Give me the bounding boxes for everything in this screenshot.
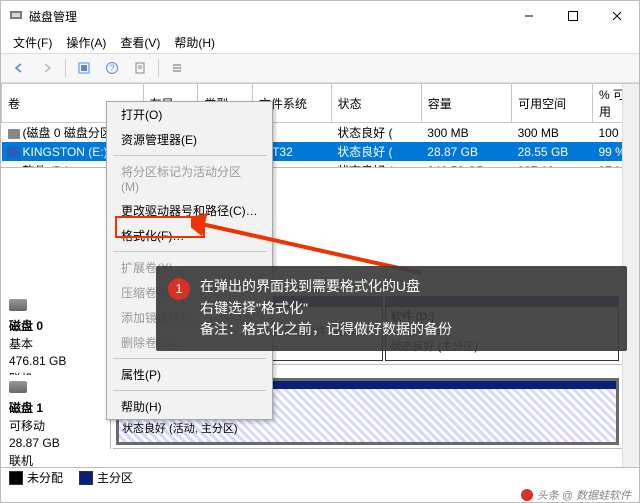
help-toolbar-icon[interactable]: ?	[100, 56, 124, 80]
svg-text:?: ?	[109, 63, 114, 73]
window-title: 磁盘管理	[29, 8, 507, 25]
toolbar-separator	[158, 59, 159, 77]
disk1-label[interactable]: 磁盘 1 可移动 28.87 GB 联机	[1, 375, 111, 449]
ctx-open[interactable]: 打开(O)	[107, 102, 272, 127]
ctx-explorer[interactable]: 资源管理器(E)	[107, 127, 272, 152]
column-headers: 卷 布局 类型 文件系统 状态 容量 可用空间 % 可用	[2, 84, 639, 123]
ctx-properties[interactable]: 属性(P)	[107, 362, 272, 387]
maximize-button[interactable]	[551, 1, 595, 31]
list-icon[interactable]	[165, 56, 189, 80]
legend-unallocated: 未分配	[9, 469, 63, 486]
menubar: 文件(F) 操作(A) 查看(V) 帮助(H)	[1, 31, 639, 54]
ctx-change-letter[interactable]: 更改驱动器号和路径(C)…	[107, 198, 272, 223]
legend: 未分配 主分区	[1, 467, 639, 486]
titlebar: 磁盘管理	[1, 1, 639, 31]
disk0-label[interactable]: 磁盘 0 基本 476.81 GB 联机	[1, 293, 111, 365]
menu-help[interactable]: 帮助(H)	[168, 32, 221, 53]
annotation-callout: 1 在弹出的界面找到需要格式化的U盘 右键选择"格式化" 备注：格式化之前，记得…	[156, 266, 627, 351]
ctx-format[interactable]: 格式化(F)…	[107, 223, 272, 248]
hard-disk-icon	[9, 381, 27, 393]
hard-disk-icon	[9, 299, 27, 311]
back-icon[interactable]	[7, 56, 31, 80]
table-row[interactable]: (磁盘 0 磁盘分区 1)简单基本状态良好 (300 MB300 MB100 %	[2, 123, 639, 143]
annotation-step-badge: 1	[168, 278, 190, 300]
app-icon	[9, 8, 23, 25]
close-button[interactable]	[595, 1, 639, 31]
refresh-icon[interactable]	[72, 56, 96, 80]
callout-line1: 在弹出的界面找到需要格式化的U盘	[200, 276, 615, 298]
menu-view[interactable]: 查看(V)	[114, 32, 166, 53]
disk1-kind: 可移动	[9, 419, 45, 433]
callout-line3: 备注：格式化之前，记得做好数据的备份	[200, 319, 615, 341]
minimize-button[interactable]	[507, 1, 551, 31]
disk0-kind: 基本	[9, 337, 33, 351]
col-free[interactable]: 可用空间	[512, 84, 593, 123]
toolbar-separator	[65, 59, 66, 77]
disk1-name: 磁盘 1	[9, 401, 43, 415]
ctx-mark-active: 将分区标记为活动分区(M)	[107, 159, 272, 198]
ctx-help[interactable]: 帮助(H)	[107, 394, 272, 419]
disk0-name: 磁盘 0	[9, 319, 43, 333]
table-row[interactable]: 软件 (D:)状态良好 (346.52 GB337.19 …97 %	[2, 161, 639, 168]
properties-icon[interactable]	[128, 56, 152, 80]
legend-primary: 主分区	[79, 469, 133, 486]
callout-line2: 右键选择"格式化"	[200, 298, 615, 320]
toolbar: ?	[1, 54, 639, 83]
menu-file[interactable]: 文件(F)	[7, 32, 58, 53]
watermark-icon	[521, 489, 533, 501]
col-capacity[interactable]: 容量	[421, 84, 511, 123]
disk-management-window: 磁盘管理 文件(F) 操作(A) 查看(V) 帮助(H) ? 卷 布局 类型 文…	[0, 0, 640, 503]
menu-action[interactable]: 操作(A)	[60, 32, 112, 53]
volume-list: 卷 布局 类型 文件系统 状态 容量 可用空间 % 可用 (磁盘 0 磁盘分区 …	[1, 83, 639, 168]
col-status[interactable]: 状态	[331, 84, 421, 123]
disk1-state: 联机	[9, 454, 33, 468]
forward-icon[interactable]	[35, 56, 59, 80]
table-row[interactable]: KINGSTON (E:)简单基本FAT32状态良好 (28.87 GB28.5…	[2, 142, 639, 161]
context-menu: 打开(O) 资源管理器(E) 将分区标记为活动分区(M) 更改驱动器号和路径(C…	[106, 101, 273, 420]
disk1-size: 28.87 GB	[9, 436, 60, 450]
watermark: 头条 @ 数据蛙软件	[521, 487, 631, 502]
disk0-size: 476.81 GB	[9, 354, 66, 368]
